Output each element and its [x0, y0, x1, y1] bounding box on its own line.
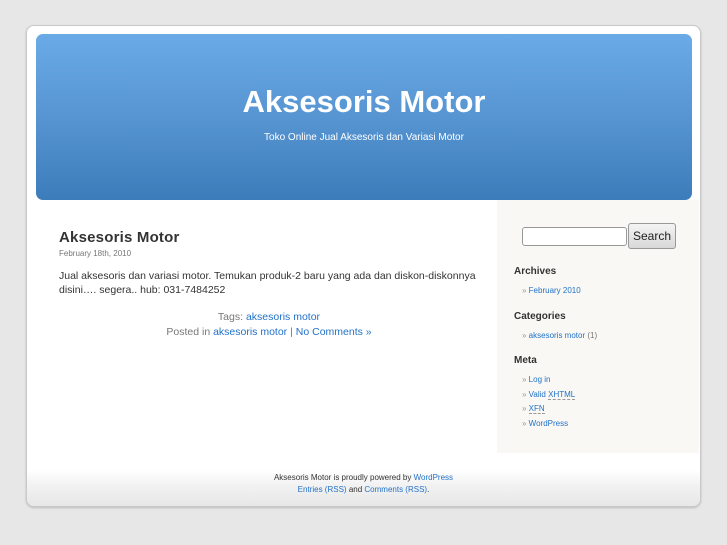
- site-description: Toko Online Jual Aksesoris dan Variasi M…: [264, 132, 464, 143]
- sidebar: Search Archives February 2010 Categories…: [497, 200, 699, 453]
- tags-label: Tags:: [217, 311, 244, 323]
- categories-heading: Categories: [514, 311, 566, 322]
- entries-rss-link[interactable]: Entries (RSS): [298, 485, 347, 494]
- header: Aksesoris Motor Toko Online Jual Aksesor…: [36, 34, 692, 200]
- xfn-abbr: XFN: [528, 404, 545, 414]
- search-form: Search: [522, 223, 676, 249]
- post-body: Jual aksesoris dan variasi motor. Temuka…: [59, 270, 476, 296]
- tag-link[interactable]: aksesoris motor: [246, 311, 320, 323]
- page: Aksesoris Motor Toko Online Jual Aksesor…: [26, 25, 701, 507]
- posted-label: Posted in: [166, 326, 211, 338]
- archives-widget: Archives February 2010: [514, 266, 581, 299]
- login-link[interactable]: Log in: [529, 375, 551, 384]
- footer-wordpress-link[interactable]: WordPress: [414, 473, 453, 482]
- footer-text: Aksesoris Motor is proudly powered by: [273, 473, 412, 482]
- xhtml-abbr: XHTML: [548, 389, 576, 400]
- comments-link[interactable]: No Comments »: [296, 326, 372, 338]
- footer-dot: .: [427, 485, 430, 494]
- search-button[interactable]: Search: [628, 223, 676, 249]
- search-input[interactable]: [522, 226, 627, 246]
- category-count: (1): [587, 331, 598, 340]
- separator: |: [290, 326, 293, 338]
- post-date: February 18th, 2010: [59, 249, 132, 258]
- xfn-link[interactable]: XFN: [528, 404, 545, 414]
- archive-link[interactable]: February 2010: [529, 286, 581, 295]
- site-title[interactable]: Aksesoris Motor: [243, 84, 486, 119]
- meta-heading: Meta: [514, 355, 537, 366]
- comments-rss-link[interactable]: Comments (RSS): [364, 485, 427, 494]
- post-meta: Tags: aksesoris motor Posted in aksesori…: [59, 310, 479, 340]
- wordpress-link[interactable]: WordPress: [529, 419, 568, 428]
- category-link[interactable]: aksesoris motor: [529, 331, 585, 340]
- category-link[interactable]: aksesoris motor: [213, 326, 287, 338]
- valid-label: Valid: [528, 389, 546, 399]
- footer-and: and: [348, 485, 363, 494]
- meta-widget: Meta Log in Valid XHTML XFN WordPress: [514, 355, 576, 431]
- footer: Aksesoris Motor is proudly powered by Wo…: [27, 470, 700, 506]
- archives-heading: Archives: [514, 266, 557, 277]
- post: Aksesoris Motor February 18th, 2010 Jual…: [59, 229, 479, 340]
- post-title[interactable]: Aksesoris Motor: [59, 229, 180, 246]
- categories-widget: Categories aksesoris motor (1): [514, 311, 597, 344]
- valid-xhtml-link[interactable]: Valid XHTML: [528, 389, 576, 400]
